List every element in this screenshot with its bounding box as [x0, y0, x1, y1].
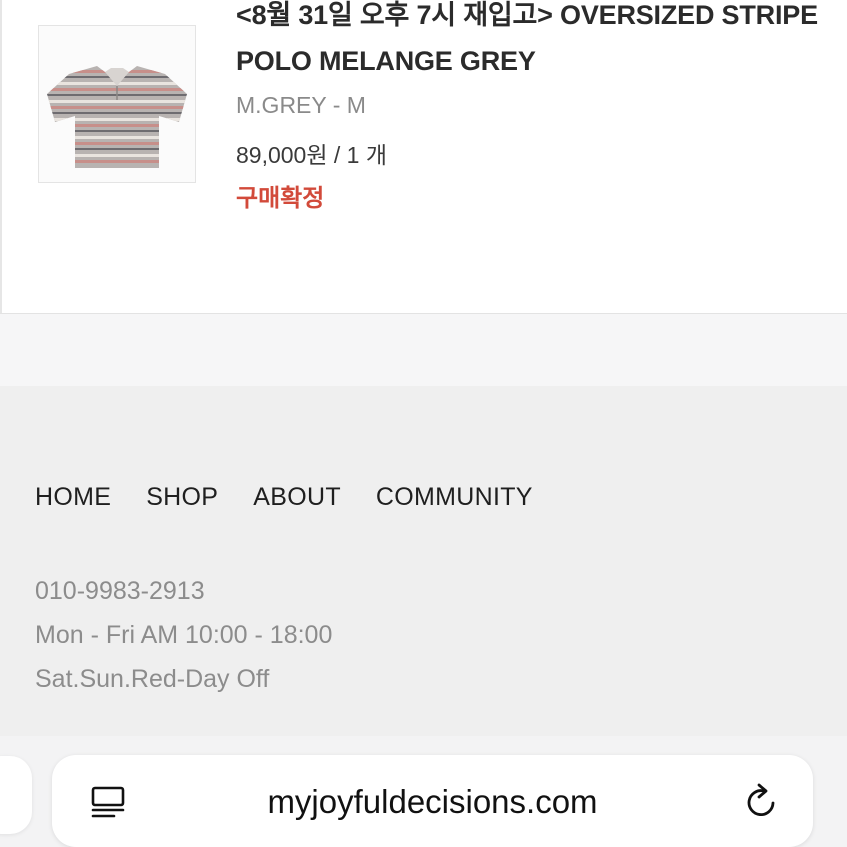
price-quantity: 89,000원 / 1 개 [236, 142, 388, 168]
footer-nav-home[interactable]: HOME [35, 483, 111, 512]
footer-nav: HOME SHOP ABOUT COMMUNITY [35, 483, 568, 512]
polo-shirt-image [47, 66, 187, 168]
reload-icon[interactable] [744, 783, 780, 826]
footer-phone[interactable]: 010-9983-2913 [35, 569, 332, 613]
site-footer: HOME SHOP ABOUT COMMUNITY 010-9983-2913 … [0, 386, 847, 736]
order-status: 구매확정 [236, 185, 325, 212]
footer-contact-info: 010-9983-2913 Mon - Fri AM 10:00 - 18:00… [35, 569, 332, 701]
previous-tab-pill[interactable] [0, 756, 32, 834]
footer-nav-about[interactable]: ABOUT [253, 483, 341, 512]
product-title[interactable]: <8월 31일 오후 7시 재입고> OVERSIZED STRIPE POLO… [236, 0, 836, 84]
footer-hours-weekday: Mon - Fri AM 10:00 - 18:00 [35, 621, 333, 649]
product-option: M.GREY - M [236, 92, 366, 118]
footer-nav-shop[interactable]: SHOP [146, 483, 218, 512]
product-thumbnail[interactable] [38, 25, 196, 183]
address-bar[interactable]: myjoyfuldecisions.com [52, 755, 813, 847]
order-item-card: <8월 31일 오후 7시 재입고> OVERSIZED STRIPE POLO… [0, 0, 847, 314]
url-text[interactable]: myjoyfuldecisions.com [52, 783, 813, 821]
browser-bottom-bar: myjoyfuldecisions.com [0, 736, 847, 847]
section-divider [0, 314, 847, 386]
footer-nav-community[interactable]: COMMUNITY [376, 483, 533, 512]
footer-hours-weekend: Sat.Sun.Red-Day Off [35, 665, 270, 693]
